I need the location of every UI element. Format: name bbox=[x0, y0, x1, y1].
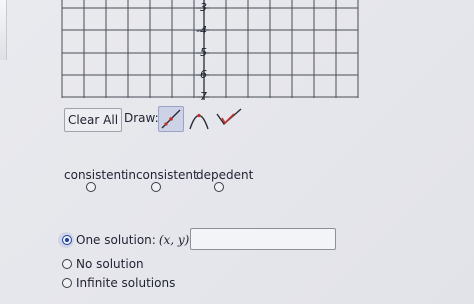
one-solution-option[interactable]: One solution: (x, y) = bbox=[62, 233, 203, 247]
y-tick-label: -7 bbox=[196, 90, 207, 103]
infinite-solutions-radio[interactable] bbox=[62, 278, 72, 288]
check-tool-button[interactable] bbox=[214, 106, 242, 132]
no-solution-radio[interactable] bbox=[62, 259, 72, 269]
dependent-label: depedent bbox=[196, 168, 254, 182]
line-tool-button[interactable] bbox=[158, 106, 184, 132]
inconsistent-label: inconsistent bbox=[125, 168, 198, 182]
one-solution-radio[interactable] bbox=[62, 235, 72, 245]
graph-canvas[interactable] bbox=[56, 0, 364, 100]
line-tool-icon bbox=[161, 109, 181, 129]
inconsistent-radio[interactable] bbox=[151, 182, 161, 192]
infinite-solutions-label: Infinite solutions bbox=[76, 276, 176, 290]
no-solution-label: No solution bbox=[76, 257, 144, 271]
parabola-tool-icon bbox=[189, 113, 209, 130]
consistent-radio[interactable] bbox=[86, 182, 96, 192]
y-tick-label: -3 bbox=[196, 1, 207, 14]
scroll-edge bbox=[0, 0, 7, 60]
no-solution-option[interactable]: No solution bbox=[62, 257, 144, 271]
y-tick-label: -4 bbox=[196, 24, 207, 37]
y-tick-label: -5 bbox=[196, 46, 207, 59]
draw-label: Draw: bbox=[124, 111, 159, 125]
clear-all-button[interactable]: Clear All bbox=[64, 108, 122, 132]
consistent-label: consistent bbox=[64, 168, 126, 182]
infinite-solutions-option[interactable]: Infinite solutions bbox=[62, 276, 175, 290]
solution-input[interactable] bbox=[190, 228, 336, 250]
check-tool-icon bbox=[216, 108, 242, 126]
one-solution-label: One solution: bbox=[76, 233, 156, 247]
dependent-radio[interactable] bbox=[214, 182, 224, 192]
parabola-tool-button[interactable] bbox=[186, 106, 212, 132]
y-tick-label: -6 bbox=[196, 68, 207, 81]
